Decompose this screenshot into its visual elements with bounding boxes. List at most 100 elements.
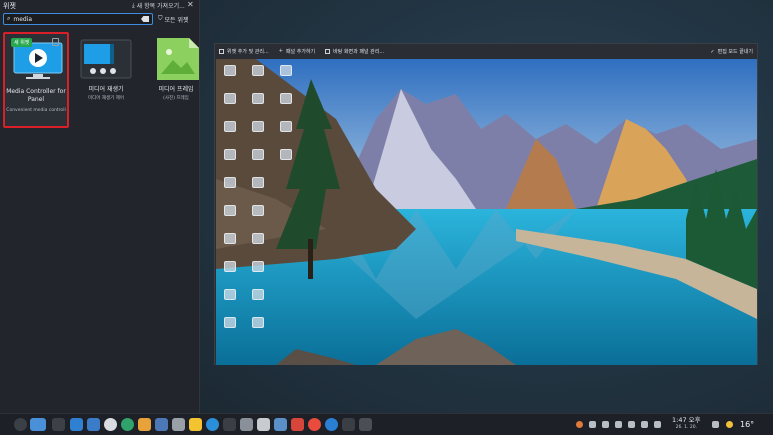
widget-title: 미디어 프레임	[158, 86, 194, 93]
search-input[interactable]	[13, 15, 134, 23]
tray-icon[interactable]	[615, 421, 622, 428]
task-icon[interactable]	[206, 418, 219, 431]
widgets-icon	[219, 48, 224, 54]
search-field[interactable]: ⌕	[3, 13, 153, 25]
desktop-icon[interactable]	[252, 261, 264, 272]
task-icon[interactable]	[240, 418, 253, 431]
task-icon[interactable]	[189, 418, 202, 431]
task-icon[interactable]	[104, 418, 117, 431]
desktop-icon[interactable]	[252, 205, 264, 216]
widget-card-media-frame[interactable]: 미디어 프레임 (사진) 프레임	[143, 32, 209, 128]
task-icon[interactable]	[342, 418, 355, 431]
widget-explorer-panel: 위젯 ⤓ 새 항목 가져오기... ✕ ⌕ ⛉ 모든 위젯 새 위젯	[0, 0, 200, 413]
task-icon[interactable]	[291, 418, 304, 431]
task-icon[interactable]	[155, 418, 168, 431]
weather-temperature[interactable]: 16°	[740, 420, 754, 429]
add-widgets-button[interactable]: 위젯 추가 및 관리...	[219, 48, 269, 55]
desktop-icon[interactable]	[280, 121, 292, 132]
desktop-icon[interactable]	[252, 65, 264, 76]
task-icon[interactable]	[172, 418, 185, 431]
tray-icon[interactable]	[589, 421, 596, 428]
tray-icon[interactable]	[654, 421, 661, 428]
widget-description: 미디어 재생기 제어	[88, 96, 124, 101]
picture-frame-icon	[157, 38, 199, 80]
desktop-icon[interactable]	[224, 205, 236, 216]
configure-desktop-button[interactable]: 바탕 화면과 패널 관리...	[325, 48, 384, 55]
desktop-icon[interactable]	[224, 177, 236, 188]
desktop-icon[interactable]	[224, 121, 236, 132]
widget-card-media-controller[interactable]: 새 위젯 Media Controller for Panel Convenie…	[3, 32, 69, 128]
desktop-icon[interactable]	[252, 121, 264, 132]
configure-icon	[325, 48, 331, 54]
task-icon[interactable]	[52, 418, 65, 431]
mountain-lake-wallpaper	[216, 59, 757, 365]
desktop-icon[interactable]	[224, 93, 236, 104]
widget-grid: 새 위젯 Media Controller for Panel Convenie…	[3, 32, 209, 128]
add-panel-button[interactable]: + 패널 추가하기	[279, 48, 315, 55]
pager-icon[interactable]	[30, 418, 46, 431]
edit-mode-toolbar: 위젯 추가 및 관리... + 패널 추가하기 바탕 화면과 패널 관리... …	[215, 44, 757, 58]
task-icon[interactable]	[325, 418, 338, 431]
task-icon[interactable]	[223, 418, 236, 431]
clock-date: 26. 1. 20.	[675, 425, 698, 430]
task-icon[interactable]	[138, 418, 151, 431]
clock-time: 1:47 오후	[672, 416, 701, 424]
browser-icon[interactable]	[308, 418, 321, 431]
desktop-icon[interactable]	[224, 261, 236, 272]
get-new-widgets-button[interactable]: ⤓ 새 항목 가져오기...	[132, 1, 185, 11]
filter-button[interactable]: ⛉ 모든 위젯	[156, 13, 189, 25]
desktop-icon[interactable]	[280, 93, 292, 104]
plus-icon: +	[278, 48, 283, 54]
panel-title: 위젯	[3, 2, 16, 10]
widget-description: Convenient media controll	[6, 108, 66, 113]
configure-desktop-label: 바탕 화면과 패널 관리...	[333, 48, 385, 55]
tray-icon[interactable]	[576, 421, 583, 428]
task-icon[interactable]	[274, 418, 287, 431]
close-icon[interactable]: ✕	[187, 0, 194, 9]
desktop-edit-preview: 위젯 추가 및 관리... + 패널 추가하기 바탕 화면과 패널 관리... …	[214, 43, 758, 365]
task-icon[interactable]	[121, 418, 134, 431]
application-launcher-icon[interactable]	[14, 418, 27, 431]
desktop-icon[interactable]	[224, 233, 236, 244]
desktop-icon[interactable]	[224, 65, 236, 76]
exit-edit-mode-label: 편집 모드 끝내기	[717, 49, 753, 55]
weather-sun-icon[interactable]	[726, 421, 733, 428]
desktop-icon[interactable]	[280, 149, 292, 160]
download-icon: ⤓	[132, 1, 135, 9]
desktop-icon[interactable]	[224, 317, 236, 328]
desktop-icon[interactable]	[252, 149, 264, 160]
clock[interactable]: 1:47 오후 26. 1. 20.	[672, 417, 701, 431]
desktop-icon[interactable]	[252, 233, 264, 244]
uninstall-icon[interactable]	[52, 38, 59, 46]
panel-header: 위젯 ⤓ 새 항목 가져오기... ✕	[0, 0, 199, 12]
task-icon[interactable]	[359, 418, 372, 431]
desktop-icon[interactable]	[224, 289, 236, 300]
desktop-icon[interactable]	[252, 93, 264, 104]
filter-icon: ⛉	[158, 15, 163, 22]
tray-icon[interactable]	[712, 421, 719, 428]
desktop-icon[interactable]	[252, 289, 264, 300]
desktop-icon[interactable]	[252, 317, 264, 328]
exit-edit-mode-button[interactable]: ✓ 편집 모드 끝내기	[710, 48, 753, 56]
add-widgets-label: 위젯 추가 및 관리...	[227, 48, 269, 55]
widget-title: 미디어 재생기	[88, 86, 124, 93]
taskbar: 1:47 오후 26. 1. 20. 16°	[0, 413, 773, 435]
new-widget-badge: 새 위젯	[11, 38, 33, 47]
task-icon[interactable]	[257, 418, 270, 431]
task-icon[interactable]	[70, 418, 83, 431]
folder-icon[interactable]	[87, 418, 100, 431]
get-new-label: 새 항목 가져오기...	[136, 3, 185, 10]
desktop-icon[interactable]	[224, 149, 236, 160]
desktop-icon[interactable]	[252, 177, 264, 188]
tray-icon[interactable]	[602, 421, 609, 428]
widget-card-media-player[interactable]: 미디어 재생기 미디어 재생기 제어	[73, 32, 139, 128]
search-icon: ⌕	[7, 15, 11, 22]
tray-icon[interactable]	[628, 421, 635, 428]
widget-description: (사진) 프레임	[163, 96, 189, 101]
clear-search-icon[interactable]	[141, 16, 149, 22]
widget-title: Media Controller for Panel	[6, 88, 66, 103]
volume-icon[interactable]	[641, 421, 648, 428]
media-player-icon	[80, 39, 132, 79]
checkmark-icon: ✓	[710, 48, 715, 55]
desktop-icon[interactable]	[280, 65, 292, 76]
